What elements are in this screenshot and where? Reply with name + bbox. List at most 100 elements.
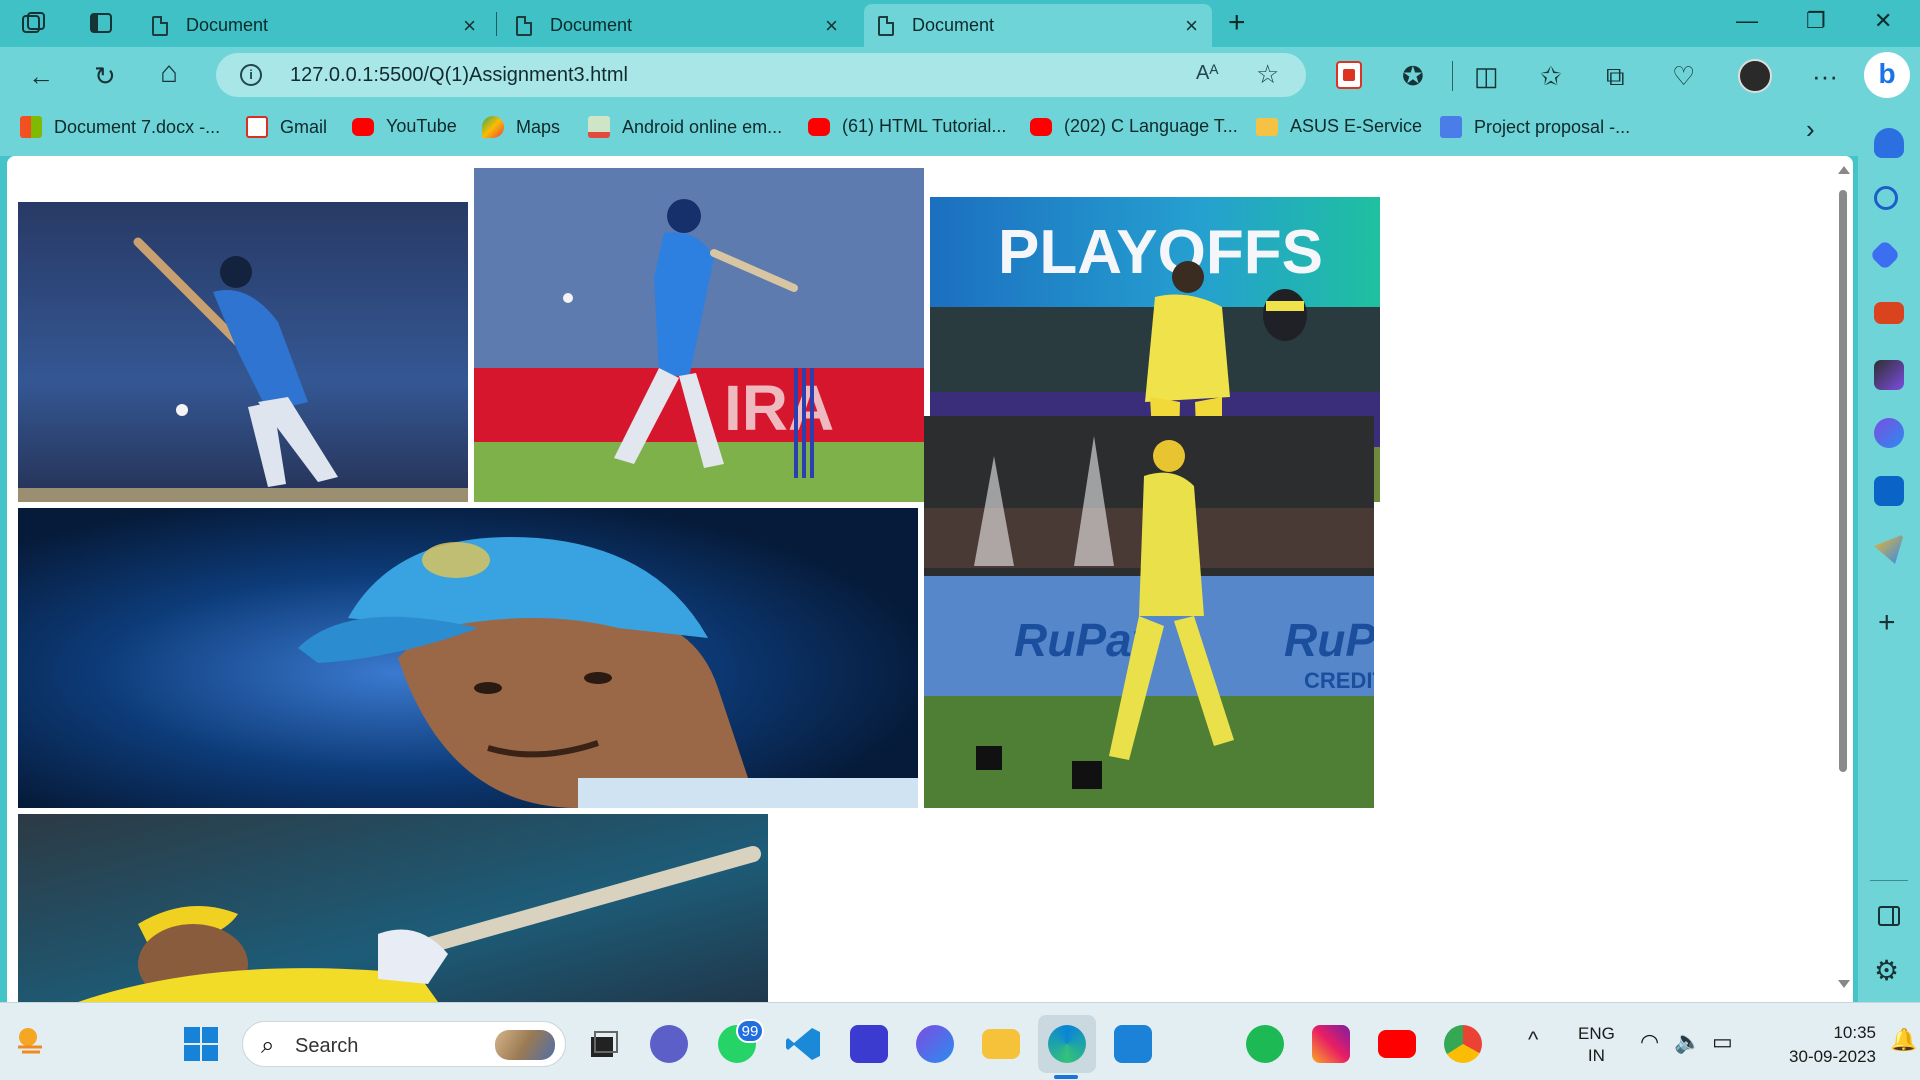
browser-essentials-icon[interactable]: ♡ [1672,61,1695,91]
more-bookmarks-chevron-icon[interactable]: › [1806,114,1815,145]
tab-document-2[interactable]: Document × [502,4,852,47]
vscode-icon[interactable] [784,1025,822,1063]
youtube-icon [1030,117,1052,136]
photo-portrait-blue-cap [18,508,918,808]
address-bar[interactable]: i 127.0.0.1:5500/Q(1)Assignment3.html Aᴬ… [216,53,1306,97]
back-button[interactable]: ← [28,61,54,91]
bookmark-gmail[interactable]: Gmail [246,116,327,138]
hide-sidebar-icon[interactable] [1878,906,1900,926]
store-icon[interactable] [1114,1025,1152,1063]
svg-text:IRA: IRA [724,372,834,444]
task-view-icon[interactable] [584,1025,622,1063]
read-aloud-icon[interactable]: Aᴬ [1196,62,1218,85]
extension-shield-icon[interactable] [1336,61,1362,89]
vertical-tabs-icon[interactable] [88,10,116,38]
copilot-app-icon[interactable] [916,1025,954,1063]
chrome-icon[interactable] [1444,1025,1482,1063]
search-highlight-image [495,1030,555,1060]
bookmark-c-language[interactable]: (202) C Language T... [1030,116,1238,137]
bookmark-asus[interactable]: ASUS E-Service [1256,116,1422,137]
file-explorer-icon[interactable] [982,1029,1020,1059]
home-button[interactable]: ⌂ [160,58,178,88]
tools-briefcase-icon[interactable] [1874,302,1904,324]
settings-gear-icon[interactable]: ⚙ [1874,954,1899,987]
clock-date: 30-09-2023 [1789,1047,1876,1066]
workspaces-icon[interactable] [20,10,54,38]
close-icon[interactable]: × [463,14,476,37]
page-scrollbar[interactable] [1834,156,1852,1002]
search-icon[interactable] [1874,186,1898,210]
bookmark-youtube[interactable]: YouTube [352,116,457,137]
language-code: ENG [1578,1024,1615,1043]
shopping-tag-icon[interactable] [1869,239,1901,271]
favorite-star-icon[interactable]: ☆ [1256,59,1279,90]
bookmark-android[interactable]: Android online em... [588,116,782,138]
tab-title: Document [912,15,995,35]
instagram-icon[interactable] [1312,1025,1350,1063]
taskbar-search[interactable]: ⌕ Search [242,1021,566,1067]
split-screen-icon[interactable]: ◫ [1474,61,1499,91]
microsoft-365-icon[interactable] [1874,418,1904,448]
maps-icon [482,116,504,138]
start-button-windows-icon[interactable] [184,1027,218,1061]
scroll-down-arrow-icon[interactable] [1838,980,1850,988]
edge-browser-icon[interactable] [1048,1025,1086,1063]
new-tab-button[interactable]: + [1228,6,1246,40]
clock[interactable]: 10:35 30-09-2023 [1760,1021,1876,1069]
bookmark-html-tutorial[interactable]: (61) HTML Tutorial... [808,116,1006,137]
scroll-up-arrow-icon[interactable] [1838,166,1850,174]
page-icon [152,15,168,36]
volume-icon[interactable]: 🔈 [1674,1029,1701,1055]
show-hidden-icons-chevron[interactable]: ^ [1528,1027,1538,1053]
bookmark-label: ASUS E-Service [1290,116,1423,136]
active-app-indicator [1054,1075,1078,1079]
reload-button[interactable]: ↻ [94,61,116,91]
site-info-icon[interactable]: i [240,64,262,86]
youtube-app-icon[interactable] [1378,1030,1416,1058]
games-icon[interactable] [1874,360,1904,390]
whatsapp-unread-badge: 99 [736,1019,764,1043]
bookmarks-bar: Document 7.docx -... Gmail YouTube Maps … [0,106,1858,156]
photo-shot-india-blue-stumps: IRA [474,168,924,502]
scrollbar-thumb[interactable] [1839,190,1847,772]
folder-icon [1256,117,1278,136]
pen-app-icon[interactable] [850,1025,888,1063]
search-placeholder: Search [295,1035,359,1057]
close-icon[interactable]: × [825,14,838,37]
tab-document-active[interactable]: Document × [864,4,1212,47]
microsoft-icon [20,116,42,138]
more-menu-icon[interactable]: ··· [1812,61,1838,91]
youtube-icon [808,117,830,136]
search-icon: ⌕ [261,1032,275,1059]
minimize-button[interactable]: — [1736,8,1758,34]
outlook-icon[interactable] [1874,476,1904,506]
close-window-button[interactable]: ✕ [1874,8,1892,34]
bookmark-maps[interactable]: Maps [482,116,560,138]
add-sidebar-app-button[interactable]: + [1878,606,1896,640]
profile-avatar[interactable] [1738,59,1772,93]
bookmark-label: Gmail [280,116,328,137]
url-text[interactable]: 127.0.0.1:5500/Q(1)Assignment3.html [290,64,628,87]
spotify-icon[interactable] [1246,1025,1284,1063]
bell-notifications-icon[interactable] [1874,128,1904,158]
collections-icon[interactable]: ⧉ [1606,61,1625,91]
bookmark-document[interactable]: Document 7.docx -... [20,116,220,138]
copilot-icon[interactable]: b [1864,52,1910,98]
favorites-icon[interactable]: ✩ [1540,61,1562,91]
photo-batting-india-blue [18,202,468,502]
weather-widget-icon[interactable] [14,1025,48,1055]
battery-icon[interactable]: ▭ [1712,1029,1733,1055]
close-icon[interactable]: × [1185,14,1198,37]
bookmark-project-proposal[interactable]: Project proposal -... [1440,116,1630,138]
notification-bell-icon[interactable]: 🔔 [1890,1027,1917,1053]
send-drop-icon[interactable] [1874,534,1904,564]
bookmark-label: YouTube [386,116,457,136]
input-language-indicator[interactable]: ENG IN [1578,1023,1615,1067]
restore-button[interactable]: ❐ [1806,8,1826,34]
tab-document-1[interactable]: Document × [138,4,490,47]
teams-chat-icon[interactable] [650,1025,688,1063]
edge-sidebar: + ⚙ [1858,106,1920,1002]
toolbar-divider [1452,61,1453,91]
wifi-icon[interactable]: ◠ [1640,1029,1659,1055]
extensions-icon[interactable]: ✪ [1402,61,1424,91]
